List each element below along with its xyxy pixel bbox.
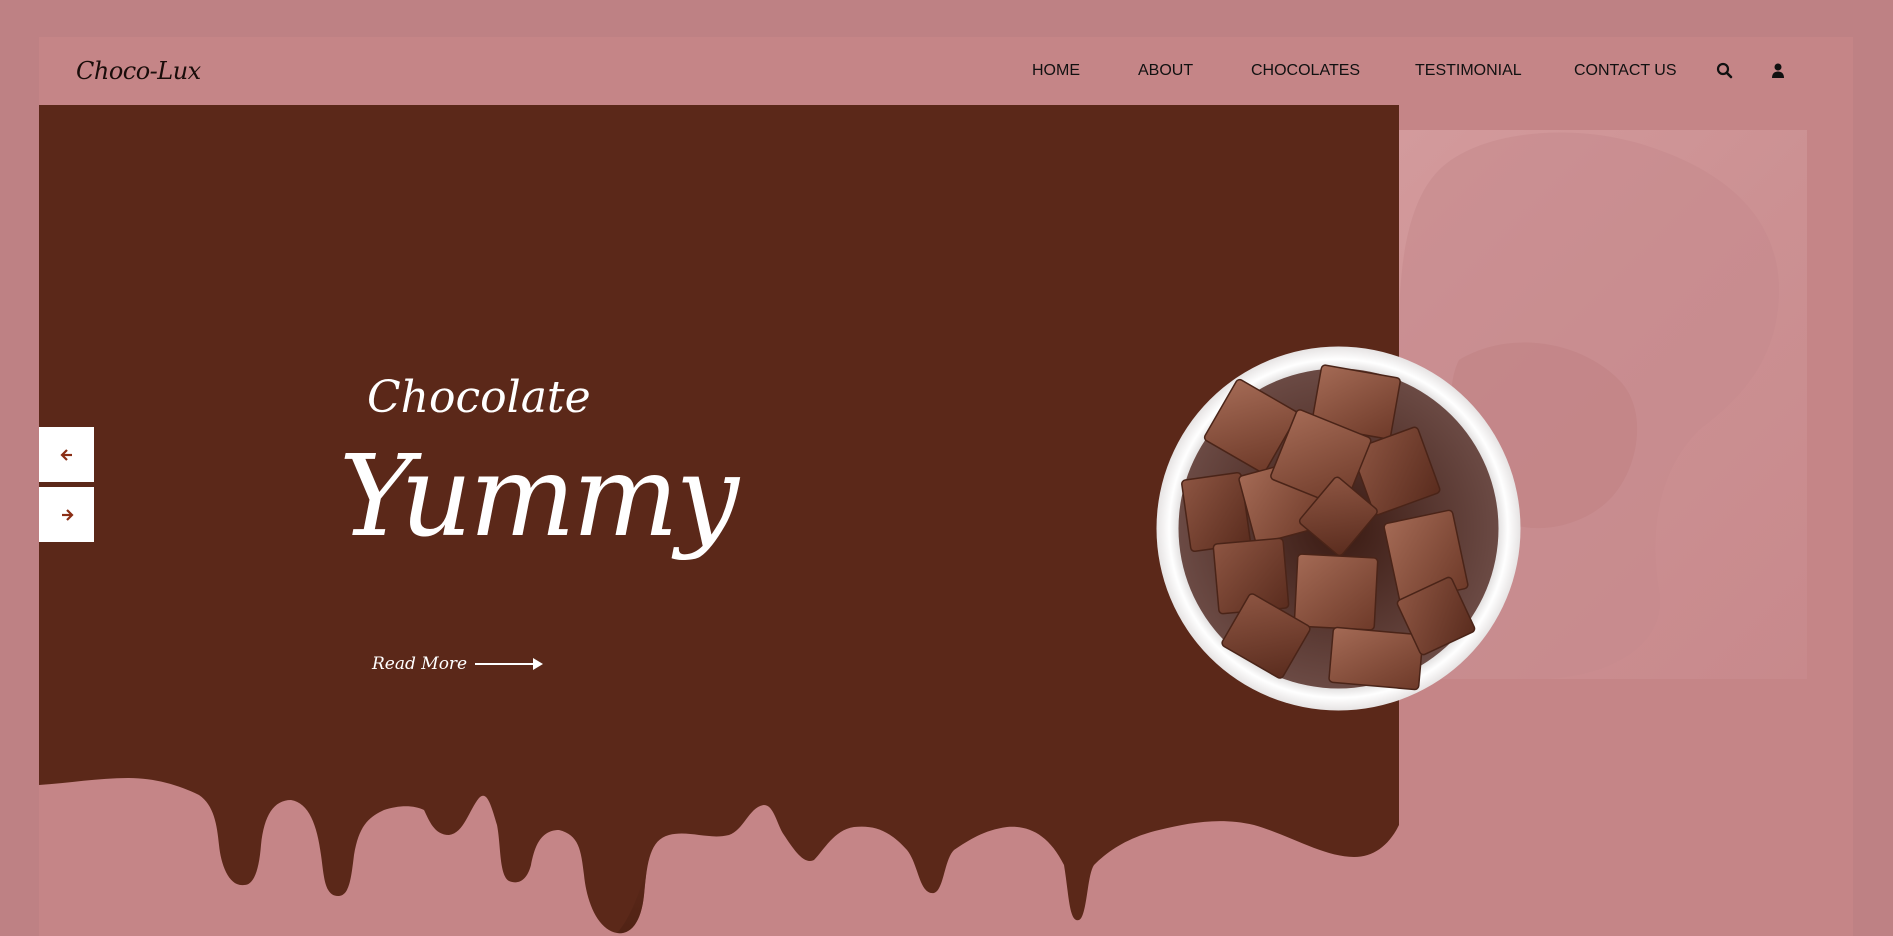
nav-about[interactable]: ABOUT bbox=[1138, 62, 1193, 80]
page: Choco-Lux HOME ABOUT CHOCOLATES TESTIMON… bbox=[39, 37, 1853, 936]
read-more-label: Read More bbox=[372, 654, 468, 674]
read-more-link[interactable]: Read More bbox=[372, 652, 545, 676]
hero-title: Yummy bbox=[339, 432, 739, 562]
hero-subtitle: Chocolate bbox=[367, 372, 591, 423]
slider-next-button[interactable] bbox=[39, 487, 94, 542]
arrow-left-icon bbox=[59, 448, 72, 461]
slider-prev-button[interactable] bbox=[39, 427, 94, 482]
nav-contact-us[interactable]: CONTACT US bbox=[1574, 62, 1677, 80]
long-arrow-right-icon bbox=[475, 658, 544, 670]
search-icon[interactable] bbox=[1715, 61, 1735, 81]
chocolate-bowl-image bbox=[1156, 346, 1521, 711]
nav-testimonial[interactable]: TESTIMONIAL bbox=[1415, 62, 1522, 80]
nav-chocolates[interactable]: CHOCOLATES bbox=[1251, 62, 1360, 80]
arrow-right-icon bbox=[61, 508, 74, 521]
nav-home[interactable]: HOME bbox=[1032, 62, 1080, 80]
logo[interactable]: Choco-Lux bbox=[76, 57, 201, 85]
user-icon[interactable] bbox=[1768, 61, 1788, 81]
